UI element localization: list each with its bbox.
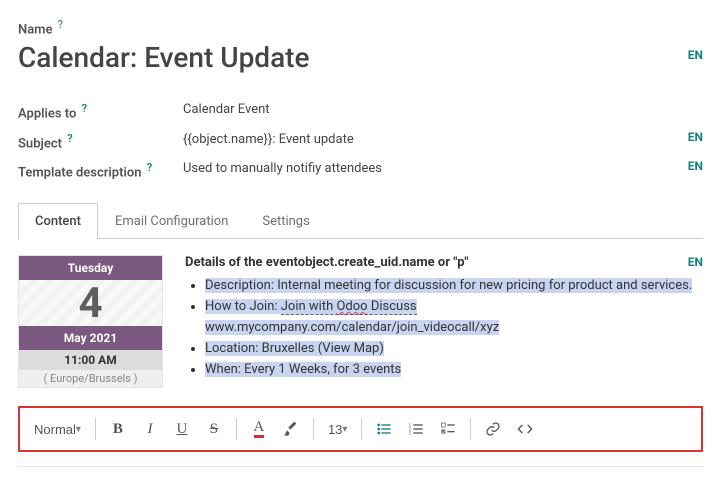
code-icon [517,421,533,437]
link-icon [485,421,501,437]
calendar-dow: Tuesday [19,256,162,280]
editor-body[interactable]: EN Details of the eventobject.create_uid… [185,255,703,380]
template-desc-value[interactable]: Used to manually notifiy attendees [183,161,382,176]
detail-item-description: Description: Internal meeting for discus… [205,276,703,297]
detail-item-howto: How to Join: Join with Odoo Discuss www.… [205,297,703,339]
toolbar-underline-button[interactable]: U [168,414,196,444]
toolbar-font-size-dropdown[interactable]: 13 [322,414,354,444]
calendar-preview: Tuesday 4 May 2021 11:00 AM ( Europe/Bru… [18,255,163,388]
toolbar-unordered-list-button[interactable] [370,414,398,444]
toolbar-italic-button[interactable]: I [136,414,164,444]
details-heading: Details of the eventobject.create_uid.na… [185,255,703,270]
help-icon[interactable]: ? [67,132,72,145]
toolbar-checklist-button[interactable] [434,414,462,444]
detail-item-when: When: Every 1 Weeks, for 3 events [205,360,703,381]
toolbar-text-color-button[interactable]: A [245,414,273,444]
subject-value[interactable]: {{object.name}}: Event update [183,132,354,147]
bullet-list-icon [376,421,392,437]
detail-item-location: Location: Bruxelles (View Map) [205,339,703,360]
help-icon[interactable]: ? [58,18,63,31]
lang-badge[interactable]: EN [688,255,703,269]
tab-content[interactable]: Content [18,203,98,239]
lang-badge[interactable]: EN [688,130,703,144]
help-icon[interactable]: ? [147,161,152,174]
subject-label: Subject [18,136,62,151]
tabs: Content Email Configuration Settings [18,202,703,239]
toolbar-bold-button[interactable]: B [104,414,132,444]
checklist-icon [440,421,456,437]
brush-icon [283,421,299,437]
toolbar-insert-link-button[interactable] [479,414,507,444]
toolbar-style-dropdown[interactable]: Normal [28,414,87,444]
name-label: Name [18,22,52,37]
toolbar-highlight-button[interactable] [277,414,305,444]
numbered-list-icon: 123 [408,421,424,437]
calendar-timezone: ( Europe/Brussels ) [19,370,162,387]
lang-badge[interactable]: EN [688,159,703,173]
lang-badge[interactable]: EN [688,48,703,62]
calendar-day: 4 [19,280,162,326]
help-icon[interactable]: ? [82,102,87,115]
calendar-monthyear: May 2021 [19,326,162,350]
name-value[interactable]: Calendar: Event Update [18,41,663,74]
toolbar-strike-button[interactable]: S [200,414,228,444]
svg-text:3: 3 [409,432,412,437]
tab-settings[interactable]: Settings [245,203,326,239]
toolbar-code-view-button[interactable] [511,414,539,444]
template-desc-label: Template description [18,165,141,180]
applies-to-label: Applies to [18,107,76,122]
editor-toolbar: Normal B I U S A 13 123 [20,408,701,450]
applies-to-value[interactable]: Calendar Event [183,102,270,117]
toolbar-ordered-list-button[interactable]: 123 [402,414,430,444]
tab-email-configuration[interactable]: Email Configuration [98,203,245,239]
calendar-time: 11:00 AM [19,350,162,370]
